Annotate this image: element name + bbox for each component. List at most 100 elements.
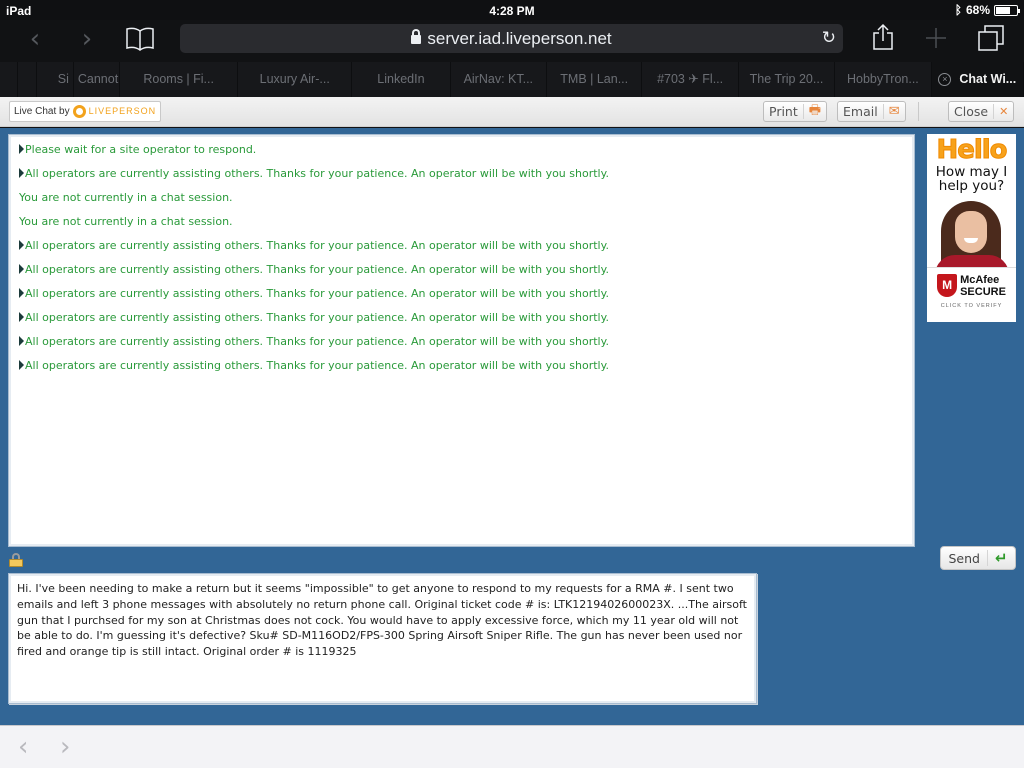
tabs-icon	[978, 25, 1004, 51]
help-banner[interactable]: Hello How may I help you? M McAfee SECURE…	[927, 134, 1016, 322]
liveperson-ring-icon	[72, 105, 86, 118]
url-text: server.iad.liveperson.net	[427, 29, 612, 48]
book-icon	[126, 27, 154, 51]
browser-tab[interactable]: TMB | Lan...	[547, 62, 643, 97]
new-tab-button[interactable]	[924, 26, 948, 55]
message-text: All operators are currently assisting ot…	[25, 287, 610, 300]
banner-help-text: How may I help you?	[935, 164, 1008, 194]
reload-button[interactable]: ↻	[822, 24, 836, 53]
chat-message: All operators are currently assisting ot…	[19, 165, 904, 189]
chat-message: All operators are currently assisting ot…	[19, 333, 904, 357]
bottom-toolbar: ‹ ›	[0, 725, 1024, 768]
browser-tab[interactable]	[18, 62, 38, 97]
envelope-icon: ✉	[888, 104, 900, 119]
back-button[interactable]: ‹	[18, 24, 52, 56]
tabs-button[interactable]	[977, 24, 1005, 57]
message-text: Please wait for a site operator to respo…	[25, 143, 257, 156]
chat-panel: Please wait for a site operator to respo…	[0, 128, 1024, 725]
browser-tab[interactable]: Luxury Air-...	[238, 62, 353, 97]
browser-tab[interactable]: LinkedIn	[352, 62, 451, 97]
browser-tab[interactable]: × Chat Wi...	[931, 62, 1024, 97]
mcafee-shield-icon: M	[937, 274, 958, 297]
tab-close-icon[interactable]: ×	[938, 73, 952, 86]
chat-header: Live Chat by LIVEPERSON Print 🖶 Email ✉ Cl…	[0, 97, 1024, 127]
message-text: All operators are currently assisting ot…	[25, 239, 610, 252]
message-text: All operators are currently assisting ot…	[25, 311, 610, 324]
send-button[interactable]: Send ↵	[940, 546, 1016, 570]
chat-message: All operators are currently assisting ot…	[19, 357, 904, 381]
message-text: You are not currently in a chat session.	[19, 215, 233, 228]
enter-arrow-icon: ↵	[994, 549, 1008, 567]
chat-message: You are not currently in a chat session.	[19, 213, 904, 237]
close-label: Close	[954, 104, 989, 119]
brand-prefix: Live Chat by	[14, 106, 70, 117]
separator	[986, 550, 988, 566]
browser-tab[interactable]: #703 ✈ Fl...	[642, 62, 739, 97]
click-to-verify[interactable]: CLICK TO VERIFY	[927, 303, 1016, 309]
browser-tab[interactable]: AirNav: KT...	[451, 62, 547, 97]
message-text: You are not currently in a chat session.	[19, 191, 233, 204]
separator	[993, 104, 995, 119]
chevron-left-icon: ‹	[29, 24, 41, 54]
mcafee-secure: SECURE	[960, 285, 1006, 298]
battery-fill	[996, 6, 1010, 14]
brand-name: LIVEPERSON	[88, 106, 157, 116]
mcafee-name: McAfee	[960, 273, 1000, 286]
message-arrow-icon	[19, 168, 24, 178]
message-text: All operators are currently assisting ot…	[25, 335, 610, 348]
banner-hello: Hello	[936, 135, 1008, 165]
status-bar: iPad 4:28 PM ᛒ 68%	[0, 0, 1024, 20]
battery-percent: 68%	[965, 3, 990, 17]
tab-label: Si	[57, 72, 69, 86]
message-input[interactable]	[8, 573, 757, 704]
mcafee-badge[interactable]: M McAfee SECURE	[927, 267, 1016, 303]
message-arrow-icon	[19, 288, 24, 298]
tab-bar: Si Cannot (Rooms | Fi... Luxury Air-... Lin…	[0, 62, 1024, 97]
lock-icon	[411, 29, 422, 44]
status-right: ᛒ 68%	[955, 3, 1020, 17]
separator	[802, 104, 804, 119]
browser-tab[interactable]: HobbyTron...	[835, 62, 932, 97]
separator	[882, 104, 884, 119]
message-arrow-icon	[19, 360, 24, 370]
chat-message: All operators are currently assisting ot…	[19, 285, 904, 309]
address-bar[interactable]: server.iad.liveperson.net ↻	[180, 24, 843, 53]
chat-transcript[interactable]: Please wait for a site operator to respo…	[8, 134, 915, 547]
tab-label: AirNav: KT...	[463, 72, 534, 86]
share-button[interactable]	[872, 23, 894, 56]
browser-tab[interactable]	[0, 62, 18, 97]
browser-tab[interactable]: Si	[37, 62, 74, 97]
chevron-right-icon: ›	[81, 24, 93, 54]
close-button[interactable]: Close ✕	[948, 101, 1015, 122]
page-forward-button[interactable]: ›	[60, 732, 70, 762]
browser-tab[interactable]: Rooms | Fi...	[120, 62, 239, 97]
message-text: All operators are currently assisting ot…	[25, 263, 610, 276]
chat-message: You are not currently in a chat session.	[19, 189, 904, 213]
tab-label: #703 ✈ Fl...	[657, 72, 724, 86]
message-text: All operators are currently assisting ot…	[25, 359, 610, 372]
share-icon	[873, 23, 893, 50]
tab-label: The Trip 20...	[749, 72, 824, 86]
message-arrow-icon	[19, 144, 24, 154]
forward-button[interactable]: ›	[70, 24, 104, 56]
message-arrow-icon	[19, 336, 24, 346]
page-back-button[interactable]: ‹	[18, 732, 28, 762]
header-divider	[918, 102, 919, 121]
message-arrow-icon	[19, 240, 24, 250]
tab-label: Chat Wi...	[959, 72, 1017, 86]
print-label: Print	[769, 104, 798, 119]
reload-icon: ↻	[821, 28, 836, 48]
print-button[interactable]: Print 🖶	[763, 101, 828, 122]
printer-icon: 🖶	[808, 102, 822, 118]
bookmarks-button[interactable]	[126, 27, 154, 56]
message-arrow-icon	[19, 312, 24, 322]
battery-icon	[994, 4, 1020, 16]
tab-label: LinkedIn	[377, 72, 425, 86]
browser-toolbar: ‹ › server.iad.liveperson.net ↻	[0, 20, 1024, 62]
secure-lock-icon	[9, 553, 23, 567]
message-text: All operators are currently assisting ot…	[25, 167, 610, 180]
email-button[interactable]: Email ✉	[837, 101, 906, 122]
browser-tab[interactable]: Cannot (	[74, 62, 121, 97]
browser-tab[interactable]: The Trip 20...	[739, 62, 836, 97]
operator-photo	[927, 195, 1016, 267]
